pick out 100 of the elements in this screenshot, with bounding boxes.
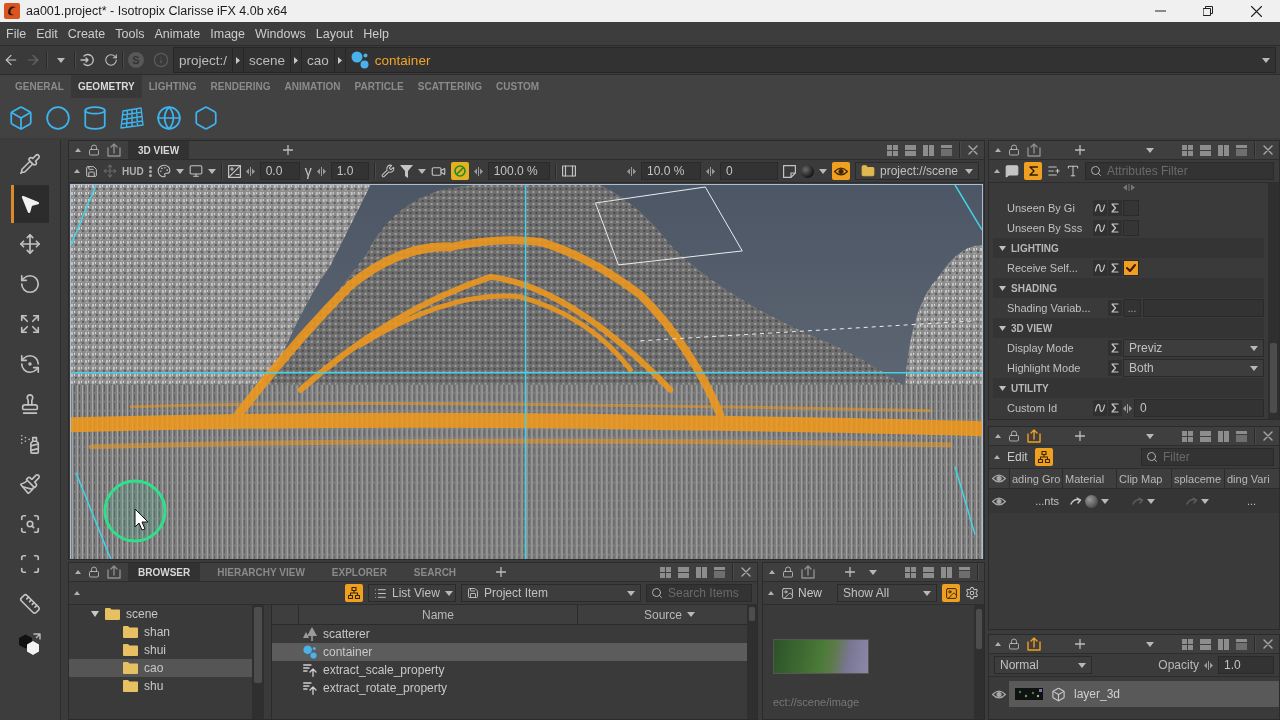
sigma-icon[interactable] (1108, 400, 1122, 416)
column-header[interactable]: Material (1062, 469, 1116, 488)
filter-dropdown[interactable]: Project Item (461, 584, 641, 602)
menu-item[interactable]: Help (358, 26, 394, 41)
caret-down-icon[interactable] (923, 590, 931, 596)
save-icon[interactable] (467, 587, 479, 599)
list-icon[interactable] (374, 586, 387, 600)
cubes-swap-icon[interactable] (18, 632, 42, 656)
eye-icon[interactable] (992, 474, 1006, 483)
menu-item[interactable]: Create (62, 26, 111, 41)
expand-icon[interactable] (19, 313, 41, 335)
table-row[interactable]: ...nts ... (989, 489, 1279, 513)
caret-down-icon[interactable] (869, 569, 877, 575)
caret-down-icon[interactable] (687, 612, 696, 617)
attribute-dropdown[interactable]: Both (1123, 359, 1264, 377)
maximize-layout-icon[interactable] (1236, 638, 1247, 650)
search-icon[interactable] (651, 587, 663, 599)
list-plus-icon[interactable] (1047, 164, 1061, 178)
menu-item[interactable]: Animate (149, 26, 206, 41)
section-header[interactable]: SHADING (993, 278, 1264, 298)
columns-layout-icon[interactable] (1218, 144, 1229, 156)
sigma-icon[interactable] (1028, 166, 1038, 176)
curve-icon[interactable] (1093, 220, 1107, 236)
caret-down-icon[interactable] (1146, 147, 1154, 153)
section-header[interactable]: 3D VIEW (993, 318, 1264, 338)
box-arrow-icon[interactable] (1027, 143, 1041, 157)
layer-row[interactable]: layer_3d (1009, 681, 1279, 707)
lock-icon[interactable] (88, 566, 100, 578)
menu-item[interactable]: Image (205, 26, 251, 41)
number-field[interactable]: 1.0 (330, 162, 369, 180)
page-icon[interactable] (783, 164, 796, 178)
breadcrumb-item[interactable]: project:/ (174, 48, 233, 72)
caret-down-icon[interactable] (999, 384, 1006, 392)
caret-down-icon[interactable] (57, 57, 65, 63)
maximize-layout-icon[interactable] (1236, 144, 1247, 156)
sphere-icon[interactable] (801, 164, 814, 178)
column-header[interactable]: Clip Map (1116, 469, 1171, 488)
vertical-scrollbar[interactable] (1268, 183, 1279, 419)
hud-button[interactable]: HUD (122, 165, 144, 177)
caret-down-icon[interactable] (1100, 498, 1109, 504)
wrench-icon[interactable] (380, 164, 395, 178)
columns-layout-icon[interactable] (696, 566, 707, 578)
menu-item[interactable]: Tools (110, 26, 150, 41)
rows-layout-icon[interactable] (1200, 144, 1211, 156)
sigma-icon[interactable] (1108, 200, 1122, 216)
column-header[interactable]: splaceme (1171, 469, 1224, 488)
paintbrush-icon[interactable] (19, 473, 41, 495)
tree-item[interactable]: shan (69, 623, 252, 641)
scan-search-icon[interactable] (19, 513, 41, 535)
caret-down-icon[interactable] (1262, 57, 1270, 63)
collapse-icon[interactable] (995, 434, 1001, 438)
sigma-icon[interactable] (1108, 340, 1122, 356)
pipette-icon[interactable] (19, 153, 41, 175)
drag-arrows-icon[interactable] (473, 166, 483, 176)
text-icon[interactable] (1066, 164, 1080, 178)
collapse-icon[interactable] (994, 455, 1000, 459)
tree-item[interactable]: shui (69, 641, 252, 659)
tree-item[interactable]: scene (69, 605, 252, 623)
restore-icon[interactable] (1203, 6, 1213, 16)
list-row[interactable]: container (272, 643, 747, 661)
save-icon[interactable] (85, 164, 98, 178)
lock-icon[interactable] (1008, 638, 1020, 650)
hexagon-icon[interactable] (193, 105, 219, 131)
menu-item[interactable]: Windows (250, 26, 311, 41)
splitter-handle-icon[interactable] (1122, 184, 1135, 191)
number-field[interactable]: 0.0 (259, 162, 300, 180)
tree-item[interactable]: shu (69, 677, 252, 695)
panel-tab[interactable]: 3D VIEW (128, 141, 190, 159)
drag-arrows-icon[interactable] (316, 166, 326, 176)
column-header[interactable]: ding Vari (1224, 469, 1279, 488)
caret-right-icon[interactable] (236, 56, 241, 64)
column-header[interactable]: ading Gro (1009, 469, 1062, 488)
folder-icon[interactable] (861, 164, 875, 178)
cylinder-icon[interactable] (82, 105, 108, 131)
rows-layout-icon[interactable] (923, 566, 934, 578)
caret-down-icon[interactable] (1201, 498, 1209, 504)
tree-item[interactable]: cao (69, 659, 252, 677)
close-icon[interactable] (1250, 5, 1262, 17)
menu-item[interactable]: File (1, 26, 32, 41)
minimize-icon[interactable] (1154, 10, 1166, 12)
blend-mode-dropdown[interactable]: Normal (994, 656, 1092, 674)
caret-down-icon[interactable] (207, 168, 216, 174)
number-field[interactable]: 0 (1134, 399, 1264, 417)
lock-icon[interactable] (782, 566, 794, 578)
caret-down-icon[interactable] (1147, 498, 1155, 504)
number-field[interactable]: 10.0 % (641, 162, 701, 180)
add-tab-icon[interactable] (1075, 431, 1085, 441)
curve-icon[interactable] (1093, 200, 1107, 216)
panel-tab[interactable]: BROWSER (128, 563, 201, 581)
lock-icon[interactable] (88, 144, 100, 156)
section-header[interactable]: UTILITY (993, 378, 1264, 398)
box-arrow-icon[interactable] (1027, 429, 1041, 443)
collapse-icon[interactable] (994, 169, 1000, 173)
box-arrow-icon[interactable] (107, 565, 121, 579)
tool-button[interactable] (11, 185, 49, 223)
columns-layout-icon[interactable] (941, 566, 952, 578)
move-icon[interactable] (19, 233, 41, 255)
caret-down-icon[interactable] (965, 168, 973, 174)
settings-icon[interactable] (965, 586, 979, 600)
exposure-icon[interactable] (227, 164, 241, 178)
